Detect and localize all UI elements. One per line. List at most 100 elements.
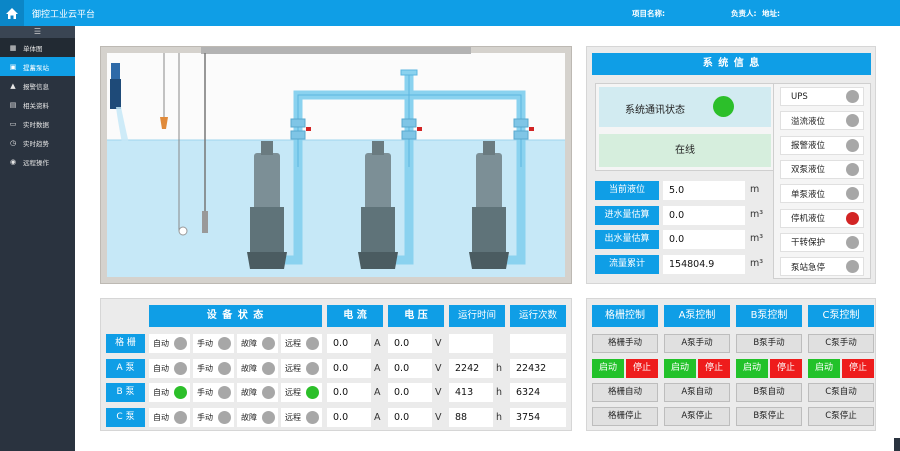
status-indicator-row: 双泵液位 bbox=[780, 159, 864, 179]
stop-button[interactable]: 停止 bbox=[842, 359, 874, 378]
current-unit: A bbox=[374, 362, 381, 374]
mode-cell: 远程 bbox=[281, 383, 322, 402]
sidebar-item-realtime-data[interactable]: ▭ 实时数据 bbox=[0, 114, 75, 133]
start-button[interactable]: 启动 bbox=[808, 359, 840, 378]
sidebar-item-label: 远程操作 bbox=[23, 158, 49, 167]
auto-button[interactable]: B泵自动 bbox=[736, 383, 802, 402]
runtime-value: 2242 bbox=[449, 358, 493, 378]
sidebar-item-label: 实时数据 bbox=[23, 120, 49, 129]
device-name: C 泵 bbox=[106, 407, 145, 427]
indicator-lamp bbox=[846, 260, 859, 274]
mode-cell: 故障 bbox=[237, 334, 278, 353]
stop-button[interactable]: 停止 bbox=[626, 359, 658, 378]
auto-button[interactable]: 格栅自动 bbox=[592, 383, 658, 402]
sidebar-item-label: 相关资料 bbox=[23, 101, 49, 110]
mode-cell: 故障 bbox=[237, 383, 278, 402]
device-name: A 泵 bbox=[106, 358, 145, 378]
halt-button[interactable]: A泵停止 bbox=[664, 407, 730, 426]
indicator-label: 单泵液位 bbox=[791, 189, 826, 200]
sidebar-item-pump-station[interactable]: ▣ 提蓄泵站 bbox=[0, 57, 75, 76]
start-button[interactable]: 启动 bbox=[592, 359, 624, 378]
current-value: 0.0 bbox=[327, 383, 371, 402]
mode-cell: 手动 bbox=[193, 407, 234, 427]
mode-cell: 故障 bbox=[237, 358, 278, 378]
control-header: B泵控制 bbox=[736, 305, 802, 327]
auto-button[interactable]: C泵自动 bbox=[808, 383, 874, 402]
address-label: 地址: bbox=[762, 9, 780, 18]
manual-button[interactable]: C泵手动 bbox=[808, 334, 874, 353]
mode-cell: 远程 bbox=[281, 358, 322, 378]
top-bar: 御控工业云平台 项目名称: 负责人: 地址: bbox=[0, 0, 900, 26]
menu-toggle-icon[interactable]: ☰ bbox=[0, 26, 75, 38]
start-button[interactable]: 启动 bbox=[664, 359, 696, 378]
runtime-value: 88 bbox=[449, 407, 493, 427]
warning-icon: ▲ bbox=[10, 81, 16, 90]
current-value: 0.0 bbox=[327, 407, 371, 427]
halt-button[interactable]: C泵停止 bbox=[808, 407, 874, 426]
online-status: 在线 bbox=[599, 134, 771, 167]
clock-icon: ◷ bbox=[9, 138, 17, 147]
metric-label: 当前液位 bbox=[595, 181, 659, 200]
metric-unit: m bbox=[750, 184, 760, 195]
control-panel: 格栅控制 格栅手动 启动 停止 格栅自动 格栅停止 A泵控制 A泵手动 启动 停止 A泵自动 A泵停止… bbox=[586, 298, 876, 431]
voltage-value: 0.0 bbox=[388, 358, 432, 378]
owner-label: 负责人: bbox=[731, 9, 757, 18]
halt-button[interactable]: 格栅停止 bbox=[592, 407, 658, 426]
stop-button[interactable]: 停止 bbox=[698, 359, 730, 378]
runtime-value bbox=[449, 334, 493, 353]
indicator-lamp bbox=[846, 114, 859, 128]
mode-lamp bbox=[218, 361, 231, 375]
metric-value: 5.0 bbox=[663, 181, 745, 200]
sidebar: ☰ ▦ 单体图 ▣ 提蓄泵站 ▲ 报警信息 ▤ 相关资料 ▭ 实时数据 ◷ 实时趋势 ◉ 远程… bbox=[0, 26, 75, 451]
indicator-label: 干转保护 bbox=[791, 238, 826, 249]
mode-label: 手动 bbox=[197, 339, 213, 348]
halt-button[interactable]: B泵停止 bbox=[736, 407, 802, 426]
comm-status-row: 系统通讯状态 bbox=[599, 87, 771, 127]
current-unit: A bbox=[374, 387, 381, 398]
metric-label: 流量累计 bbox=[595, 254, 659, 274]
sidebar-item-documents[interactable]: ▤ 相关资料 bbox=[0, 95, 75, 114]
sidebar-item-remote-operation[interactable]: ◉ 远程操作 bbox=[0, 152, 75, 171]
runtime-unit: h bbox=[496, 387, 503, 398]
mode-label: 手动 bbox=[197, 388, 213, 397]
mode-lamp bbox=[306, 386, 319, 399]
control-header: C泵控制 bbox=[808, 305, 874, 327]
start-button[interactable]: 启动 bbox=[736, 359, 768, 378]
sidebar-item-alarms[interactable]: ▲ 报警信息 bbox=[0, 76, 75, 95]
sidebar-item-overview[interactable]: ▦ 单体图 bbox=[0, 38, 75, 57]
status-indicator-row: 溢流液位 bbox=[780, 111, 864, 131]
manual-button[interactable]: B泵手动 bbox=[736, 334, 802, 353]
header-voltage: 电 压 bbox=[388, 305, 444, 327]
metric-value: 0.0 bbox=[663, 205, 745, 225]
diagram-icon: ▦ bbox=[9, 43, 17, 52]
current-value: 0.0 bbox=[327, 334, 371, 353]
mode-label: 故障 bbox=[241, 388, 257, 397]
mode-cell: 故障 bbox=[237, 407, 278, 427]
stop-button[interactable]: 停止 bbox=[770, 359, 802, 378]
mode-label: 自动 bbox=[153, 412, 169, 422]
metric-unit: m³ bbox=[750, 233, 764, 244]
status-indicator-row: 停机液位 bbox=[780, 208, 864, 228]
mode-lamp bbox=[218, 410, 231, 424]
indicator-label: 泵站急停 bbox=[791, 262, 826, 273]
mode-label: 远程 bbox=[285, 412, 301, 422]
device-status-panel: 设 备 状 态电 流电 压运行时间 运行次数格 栅自动 手动 故障 远程 0.0 A 0.0 V… bbox=[100, 298, 572, 431]
comm-status-label: 系统通讯状态 bbox=[625, 105, 685, 116]
comm-status-indicator bbox=[713, 96, 734, 117]
manual-button[interactable]: 格栅手动 bbox=[592, 334, 658, 353]
location-icon: ◉ bbox=[9, 157, 17, 166]
home-button[interactable] bbox=[0, 0, 24, 26]
runtime-unit: h bbox=[496, 362, 503, 374]
metric-value: 154804.9 bbox=[663, 254, 745, 274]
auto-button[interactable]: A泵自动 bbox=[664, 383, 730, 402]
manual-button[interactable]: A泵手动 bbox=[664, 334, 730, 353]
mode-label: 手动 bbox=[197, 412, 213, 422]
mode-lamp bbox=[218, 386, 231, 399]
control-header: 格栅控制 bbox=[592, 305, 658, 327]
mode-lamp bbox=[174, 386, 187, 399]
metric-unit: m³ bbox=[750, 257, 764, 269]
sidebar-item-realtime-trend[interactable]: ◷ 实时趋势 bbox=[0, 133, 75, 152]
scroll-handle[interactable] bbox=[894, 438, 900, 451]
mode-lamp bbox=[174, 337, 187, 350]
header-device-status: 设 备 状 态 bbox=[149, 305, 322, 327]
